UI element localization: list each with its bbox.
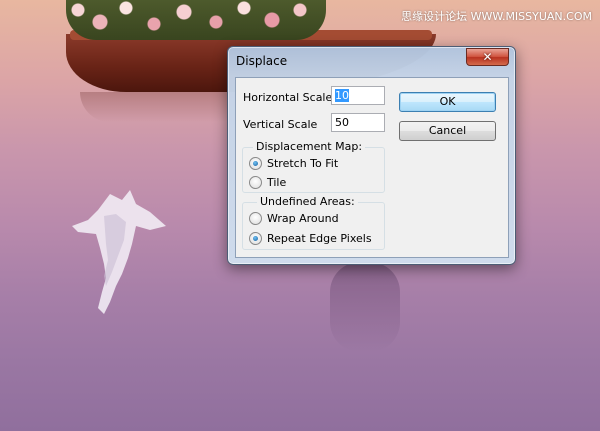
displace-dialog: Displace ✕ Horizontal Scale 10 Vertical … [227,46,516,265]
dialog-body: Horizontal Scale 10 Vertical Scale 50 OK… [235,77,509,258]
vertical-scale-label: Vertical Scale [243,118,318,131]
dialog-title: Displace [236,54,288,68]
repeat-edge-pixels-option[interactable]: Repeat Edge Pixels [249,231,372,246]
wrap-around-option[interactable]: Wrap Around [249,211,339,226]
displacement-map-title: Displacement Map: [253,140,366,153]
repeat-edge-pixels-radio[interactable] [249,232,262,245]
watermark-text: 思缘设计论坛 WWW.MISSYUAN.COM [401,10,592,23]
vertical-scale-value: 50 [335,116,349,129]
repeat-edge-pixels-label: Repeat Edge Pixels [267,232,372,245]
ok-button[interactable]: OK [399,92,496,112]
flower-bed [66,0,326,40]
wrap-around-label: Wrap Around [267,212,339,225]
stretch-to-fit-radio[interactable] [249,157,262,170]
undefined-areas-group: Undefined Areas: Wrap Around Repeat Edge… [242,195,385,250]
dialog-titlebar[interactable]: Displace ✕ [228,47,515,74]
tile-radio[interactable] [249,176,262,189]
tile-option[interactable]: Tile [249,175,286,190]
undefined-areas-title: Undefined Areas: [257,195,358,208]
tile-label: Tile [267,176,287,189]
close-button[interactable]: ✕ [466,48,509,66]
horizontal-scale-label: Horizontal Scale [243,91,333,104]
cancel-button[interactable]: Cancel [399,121,496,141]
water-ripple [330,262,400,352]
stretch-to-fit-option[interactable]: Stretch To Fit [249,156,338,171]
vertical-scale-input[interactable]: 50 [331,113,385,132]
wrap-around-radio[interactable] [249,212,262,225]
displacement-map-group: Displacement Map: Stretch To Fit Tile [242,140,385,193]
close-icon: ✕ [482,50,493,64]
stretch-to-fit-label: Stretch To Fit [267,157,339,170]
horizontal-scale-input[interactable]: 10 [331,86,385,105]
figure-reflection [72,190,166,314]
horizontal-scale-value: 10 [335,89,349,102]
